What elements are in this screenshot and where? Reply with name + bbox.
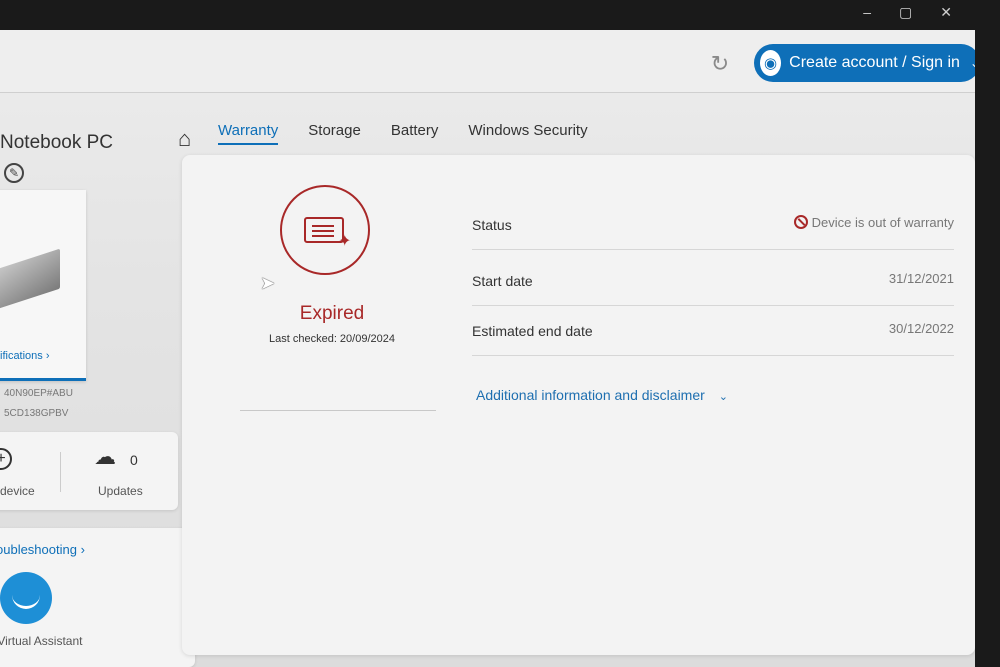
tab-battery[interactable]: Battery <box>391 122 439 145</box>
start-date-label: Start date <box>472 273 533 289</box>
user-icon: ◉ <box>760 50 782 76</box>
laptop-image <box>0 248 60 312</box>
cloud-download-icon[interactable]: ☁ <box>94 444 116 470</box>
warranty-panel: ✦ ➤ Expired Last checked: 20/09/2024 Sta… <box>182 155 975 655</box>
virtual-assistant-label[interactable]: r Virtual Assistant <box>0 634 82 648</box>
updates-label[interactable]: Updates <box>98 484 143 498</box>
status-row: Status Device is out of warranty <box>472 205 954 250</box>
troubleshooting-link[interactable]: oubleshooting › <box>0 542 85 557</box>
top-bar: ↻ ◉ Create account / Sign in ⌄ <box>0 30 975 93</box>
add-device-label[interactable]: d device <box>0 484 35 498</box>
signin-label: Create account / Sign in <box>789 54 960 71</box>
device-name: Notebook PC <box>0 132 114 153</box>
divider <box>60 452 61 492</box>
tab-warranty[interactable]: Warranty <box>218 122 279 145</box>
updates-count: 0 <box>130 452 138 468</box>
start-date-row: Start date 31/12/2021 <box>472 261 954 306</box>
troubleshooting-card: oubleshooting › r Virtual Assistant <box>0 528 195 667</box>
status-value: Device is out of warranty <box>811 215 954 230</box>
divider <box>240 410 436 411</box>
serial-number: 5CD138GPBV <box>4 408 69 419</box>
sparkle-icon: ✦ <box>338 233 352 250</box>
virtual-assistant-icon[interactable] <box>0 572 52 624</box>
end-date-value: 30/12/2022 <box>888 321 954 336</box>
signin-button[interactable]: ◉ Create account / Sign in ⌄ <box>754 44 975 82</box>
product-number: 40N90EP#ABU <box>4 388 73 399</box>
start-date-value: 31/12/2021 <box>888 271 954 286</box>
warranty-certificate-icon: ✦ <box>280 185 370 275</box>
refresh-icon[interactable]: ↻ <box>708 52 732 76</box>
window-controls[interactable]: –▢✕ <box>863 4 980 21</box>
status-label: Status <box>472 217 512 233</box>
end-date-row: Estimated end date 30/12/2022 <box>472 311 954 356</box>
app-window: ↻ ◉ Create account / Sign in ⌄ Notebook … <box>0 30 975 667</box>
device-stats-card: + d device ☁ 0 Updates <box>0 432 178 510</box>
disclaimer-link[interactable]: Additional information and disclaimer ⌄ <box>476 387 728 403</box>
no-entry-icon <box>793 215 808 229</box>
chevron-down-icon: ⌄ <box>969 56 975 70</box>
mouse-cursor-icon: ➤ <box>260 273 276 293</box>
edit-icon[interactable]: ✎ <box>4 163 24 183</box>
home-icon[interactable]: ⌂ <box>178 126 191 152</box>
disclaimer-label: Additional information and disclaimer <box>476 387 705 403</box>
status-value-wrap: Device is out of warranty <box>793 215 954 230</box>
chevron-down-icon: ⌄ <box>718 391 728 403</box>
last-checked: Last checked: 20/09/2024 <box>269 333 395 345</box>
tab-windows-security[interactable]: Windows Security <box>468 122 587 145</box>
warranty-status-title: Expired <box>299 303 365 324</box>
tab-storage[interactable]: Storage <box>308 122 361 145</box>
specifications-link[interactable]: ifications › <box>0 350 50 362</box>
device-card[interactable]: ifications › <box>0 190 86 381</box>
tab-bar: Warranty Storage Battery Windows Securit… <box>218 122 588 145</box>
add-device-icon[interactable]: + <box>0 448 12 470</box>
end-date-label: Estimated end date <box>472 323 593 339</box>
